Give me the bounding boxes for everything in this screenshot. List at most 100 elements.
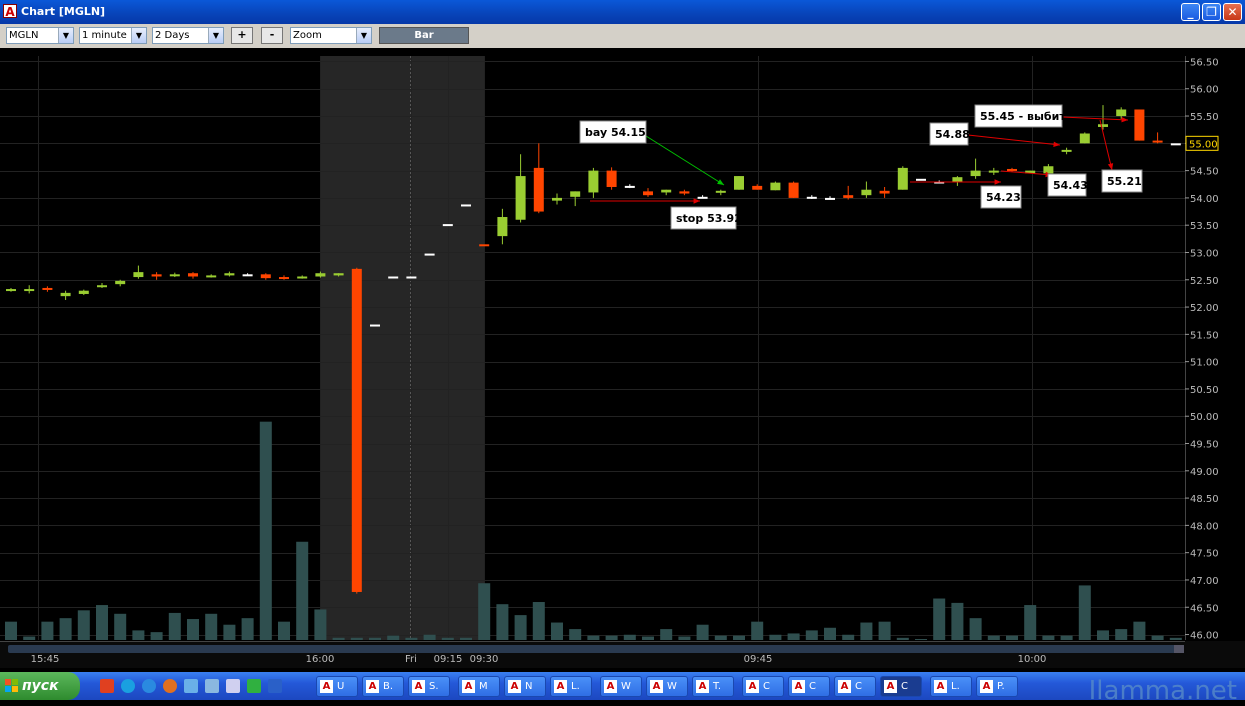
firefox-icon[interactable] <box>163 679 177 693</box>
candle <box>370 324 380 327</box>
price-tick-label: 48.50 <box>1190 494 1219 505</box>
candle <box>1098 105 1108 130</box>
range-select[interactable]: 2 Days ▼ <box>152 27 224 44</box>
volume-bar <box>824 627 836 640</box>
candle <box>1079 132 1090 144</box>
volume-bar <box>642 636 654 640</box>
taskbar-button-label: N <box>525 681 533 692</box>
app-window-icon: A <box>508 680 521 693</box>
zoom-mode-select[interactable]: Zoom ▼ <box>290 27 372 44</box>
chevron-down-icon[interactable]: ▼ <box>208 28 223 43</box>
taskbar-window-button[interactable]: AC <box>834 676 876 697</box>
price-chart[interactable]: bay 54.15 stop 53.92 54.88 55.45 - выбит 54.… <box>0 48 1245 668</box>
taskbar-window-button[interactable]: A S. <box>408 676 450 697</box>
skype-icon[interactable] <box>121 679 135 693</box>
taskbar-window-button[interactable]: AN <box>504 676 546 697</box>
taskbar-window-button[interactable]: A B. <box>362 676 404 697</box>
windows-taskbar: пуск A U A B. A S. A M A N A L. A W A W A T. A C A C A C A C A L. A P… <box>0 672 1245 700</box>
annotation-arrow <box>1099 119 1113 171</box>
volume-bar <box>241 618 254 640</box>
taskbar-window-button[interactable]: AC <box>788 676 830 697</box>
candle-body <box>533 167 544 212</box>
taskbar-window-button[interactable]: A L. <box>550 676 592 697</box>
taskbar-window-button[interactable]: AU <box>316 676 358 697</box>
app-window-icon: A <box>412 680 425 693</box>
minimize-button[interactable]: _ <box>1181 3 1200 21</box>
taskbar-window-button[interactable]: A P. <box>976 676 1018 697</box>
zoom-in-button[interactable]: + <box>231 27 253 44</box>
volume-bar <box>1042 635 1055 640</box>
taskbar-window-button[interactable]: A L. <box>930 676 972 697</box>
media-icon[interactable] <box>226 679 240 693</box>
chevron-down-icon[interactable]: ▼ <box>131 28 146 43</box>
arrow-head-icon <box>1053 141 1060 148</box>
candle-body <box>1007 168 1017 171</box>
volume-bar <box>369 637 381 640</box>
chevron-icon[interactable] <box>268 679 282 693</box>
candle-body <box>806 196 817 199</box>
candle-body <box>497 217 508 237</box>
candle-body <box>442 224 453 227</box>
candle <box>861 181 872 198</box>
volume-bar <box>278 621 290 640</box>
candle-body <box>788 182 799 198</box>
taskbar-window-button[interactable]: AC <box>742 676 784 697</box>
price-tick-label: 54.00 <box>1190 194 1219 205</box>
volume-bar <box>915 639 927 640</box>
app-icon-green[interactable] <box>247 679 261 693</box>
interval-select[interactable]: 1 minute ▼ <box>79 27 147 44</box>
candle <box>661 189 672 196</box>
chart-canvas[interactable]: bay 54.15 stop 53.92 54.88 55.45 - выбит 54.… <box>0 48 1245 668</box>
candle <box>461 204 471 207</box>
start-button[interactable]: пуск <box>0 672 80 700</box>
symbol-select[interactable]: MGLN ▼ <box>6 27 74 44</box>
zoom-out-button[interactable]: - <box>261 27 283 44</box>
candle-body <box>115 280 126 285</box>
taskbar-window-button[interactable]: AW <box>600 676 642 697</box>
taskbar-button-label: C <box>855 681 862 692</box>
candle <box>151 272 162 280</box>
taskbar-window-button[interactable]: A T. <box>692 676 734 697</box>
candle-body <box>6 289 16 292</box>
horizontal-scrollbar <box>8 645 1178 653</box>
candle-body <box>224 273 235 276</box>
candle-body <box>461 204 471 207</box>
taskbar-window-button[interactable]: AC <box>880 676 922 697</box>
candle-body <box>297 276 308 279</box>
watermark-text: Ilamma.net <box>1088 676 1237 706</box>
volume-bar <box>896 637 909 640</box>
close-button[interactable]: ✕ <box>1223 3 1242 21</box>
browser-icon[interactable] <box>100 679 114 693</box>
volume-bar <box>933 598 946 640</box>
chevron-down-icon[interactable]: ▼ <box>58 28 73 43</box>
chevron-down-icon[interactable]: ▼ <box>356 28 371 43</box>
taskbar-window-button[interactable]: AW <box>646 676 688 697</box>
volume-bar <box>805 630 818 640</box>
candle-body <box>1152 140 1163 143</box>
window-icon[interactable] <box>205 679 219 693</box>
candle <box>60 290 71 300</box>
candle-body <box>661 189 672 193</box>
candle-body <box>515 176 526 220</box>
volume-bar <box>1006 635 1018 640</box>
taskbar-button-label: W <box>667 681 677 692</box>
price-tick-label: 49.50 <box>1190 440 1219 451</box>
candle <box>169 272 180 278</box>
chart-type-button[interactable]: Bar <box>379 27 469 44</box>
desktop-icon[interactable] <box>184 679 198 693</box>
ie-icon[interactable] <box>142 679 156 693</box>
annotation-label: stop 53.92 <box>676 212 742 225</box>
candle-body <box>643 191 653 196</box>
arrow-head-icon <box>1107 163 1114 170</box>
candle <box>679 189 690 196</box>
time-tick-label: 09:15 <box>434 654 463 665</box>
volume-bar <box>132 630 145 640</box>
candle-body <box>1170 143 1181 146</box>
candle-body <box>1098 124 1108 127</box>
taskbar-window-button[interactable]: AM <box>458 676 500 697</box>
time-tick-label: 10:00 <box>1018 654 1047 665</box>
candle-body <box>606 170 617 187</box>
restore-button[interactable]: ❐ <box>1202 3 1221 21</box>
candle <box>770 181 781 191</box>
candle-body <box>570 191 581 197</box>
